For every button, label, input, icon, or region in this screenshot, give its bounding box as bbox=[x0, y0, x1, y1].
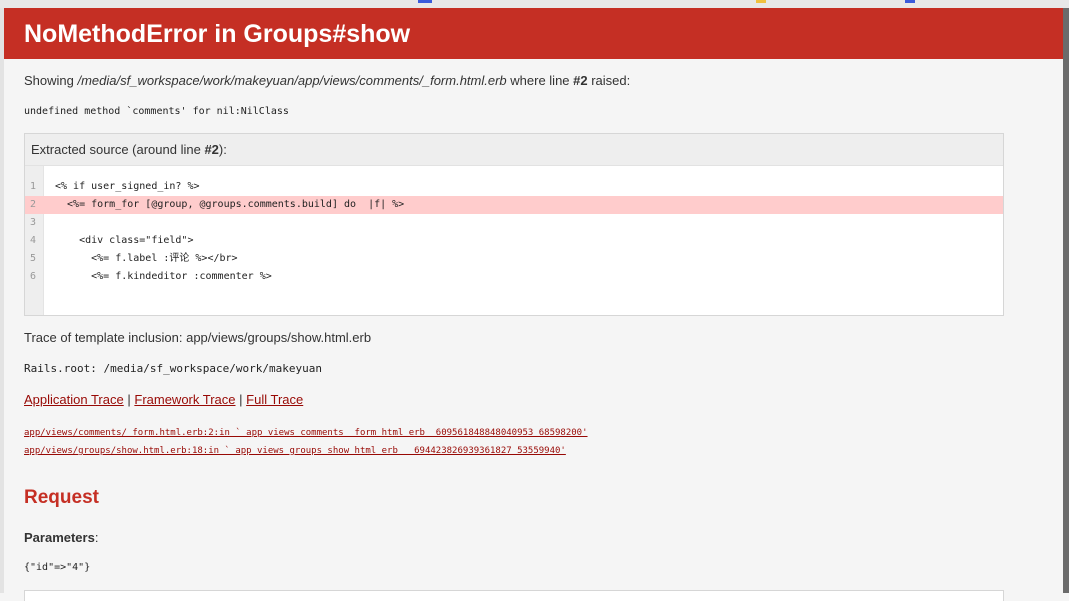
browser-top-strip bbox=[0, 0, 1069, 8]
error-line-number: #2 bbox=[573, 73, 588, 88]
parameters-colon: : bbox=[94, 530, 99, 545]
source-header-prefix: Extracted source (around line bbox=[31, 142, 205, 157]
full-trace-link[interactable]: Full Trace bbox=[246, 392, 303, 407]
rails-root: Rails.root: /media/sf_workspace/work/mak… bbox=[24, 362, 323, 375]
showing-suffix: raised: bbox=[587, 73, 631, 88]
parameters-label: Parameters: bbox=[24, 530, 98, 545]
error-header: NoMethodError in Groups#show bbox=[4, 8, 1063, 59]
template-inclusion-trace: Trace of template inclusion: app/views/g… bbox=[24, 330, 372, 345]
extracted-source: Extracted source (around line #2): 1 <% i… bbox=[24, 133, 1004, 316]
code-line-highlighted: 2 <%= form_for [@group, @groups.comments… bbox=[25, 196, 1003, 214]
showing-prefix: Showing bbox=[24, 73, 78, 88]
parameters-label-text: Parameters bbox=[24, 530, 95, 545]
window-left-border bbox=[0, 8, 4, 593]
page-title: NoMethodError in Groups#show bbox=[24, 20, 411, 48]
code-line: 6 <%= f.kindeditor :commenter %> bbox=[25, 268, 1003, 286]
extension-icon bbox=[756, 0, 766, 3]
parameters-value: {"id"=>"4"} bbox=[24, 562, 91, 573]
line-number: 1 bbox=[30, 181, 37, 192]
line-number: 4 bbox=[30, 235, 37, 246]
request-heading: Request bbox=[24, 487, 99, 508]
line-number: 3 bbox=[30, 217, 37, 228]
extension-icon-2 bbox=[905, 0, 915, 3]
code-text: <%= f.kindeditor :commenter %> bbox=[55, 271, 272, 282]
code-text: <%= f.label :评论 %></br> bbox=[55, 253, 238, 264]
showing-line: Showing /media/sf_workspace/work/makeyua… bbox=[24, 73, 630, 88]
source-code: 1 <% if user_signed_in? %> 2 <%= form_for… bbox=[25, 166, 1003, 315]
template-path: /media/sf_workspace/work/makeyuan/app/vi… bbox=[77, 73, 507, 88]
code-line: 1 <% if user_signed_in? %> bbox=[25, 178, 1003, 196]
application-trace-link[interactable]: Application Trace bbox=[24, 392, 124, 407]
code-text: <% if user_signed_in? %> bbox=[55, 181, 200, 192]
trace-line-link[interactable]: app/views/groups/show.html.erb:18:in `_a… bbox=[24, 442, 588, 460]
separator: | bbox=[239, 392, 243, 407]
source-header-line: #2 bbox=[204, 142, 219, 157]
line-number: 5 bbox=[30, 253, 37, 264]
code-line: 4 <div class="field"> bbox=[25, 232, 1003, 250]
code-text: <div class="field"> bbox=[55, 235, 194, 246]
application-trace: app/views/comments/_form.html.erb:2:in `… bbox=[24, 424, 588, 460]
source-header-suffix: ): bbox=[218, 142, 227, 157]
line-number: 6 bbox=[30, 271, 37, 282]
source-header: Extracted source (around line #2): bbox=[25, 134, 1003, 166]
framework-trace-link[interactable]: Framework Trace bbox=[134, 392, 235, 407]
error-message: undefined method `comments' for nil:NilC… bbox=[24, 106, 289, 117]
code-line: 5 <%= f.label :评论 %></br> bbox=[25, 250, 1003, 268]
separator: | bbox=[127, 392, 131, 407]
code-line: 3 bbox=[25, 214, 1003, 232]
line-number: 2 bbox=[30, 199, 37, 210]
bookmark-icon bbox=[418, 0, 432, 3]
window-scrollbar[interactable] bbox=[1063, 8, 1069, 593]
code-text: <%= form_for [@group, @groups.comments.b… bbox=[55, 199, 405, 210]
trace-line-link[interactable]: app/views/comments/_form.html.erb:2:in `… bbox=[24, 424, 588, 442]
trace-toggle-links: Application Trace | Framework Trace | Fu… bbox=[24, 392, 303, 407]
showing-middle: where line bbox=[506, 73, 574, 88]
next-section-box bbox=[24, 590, 1004, 601]
